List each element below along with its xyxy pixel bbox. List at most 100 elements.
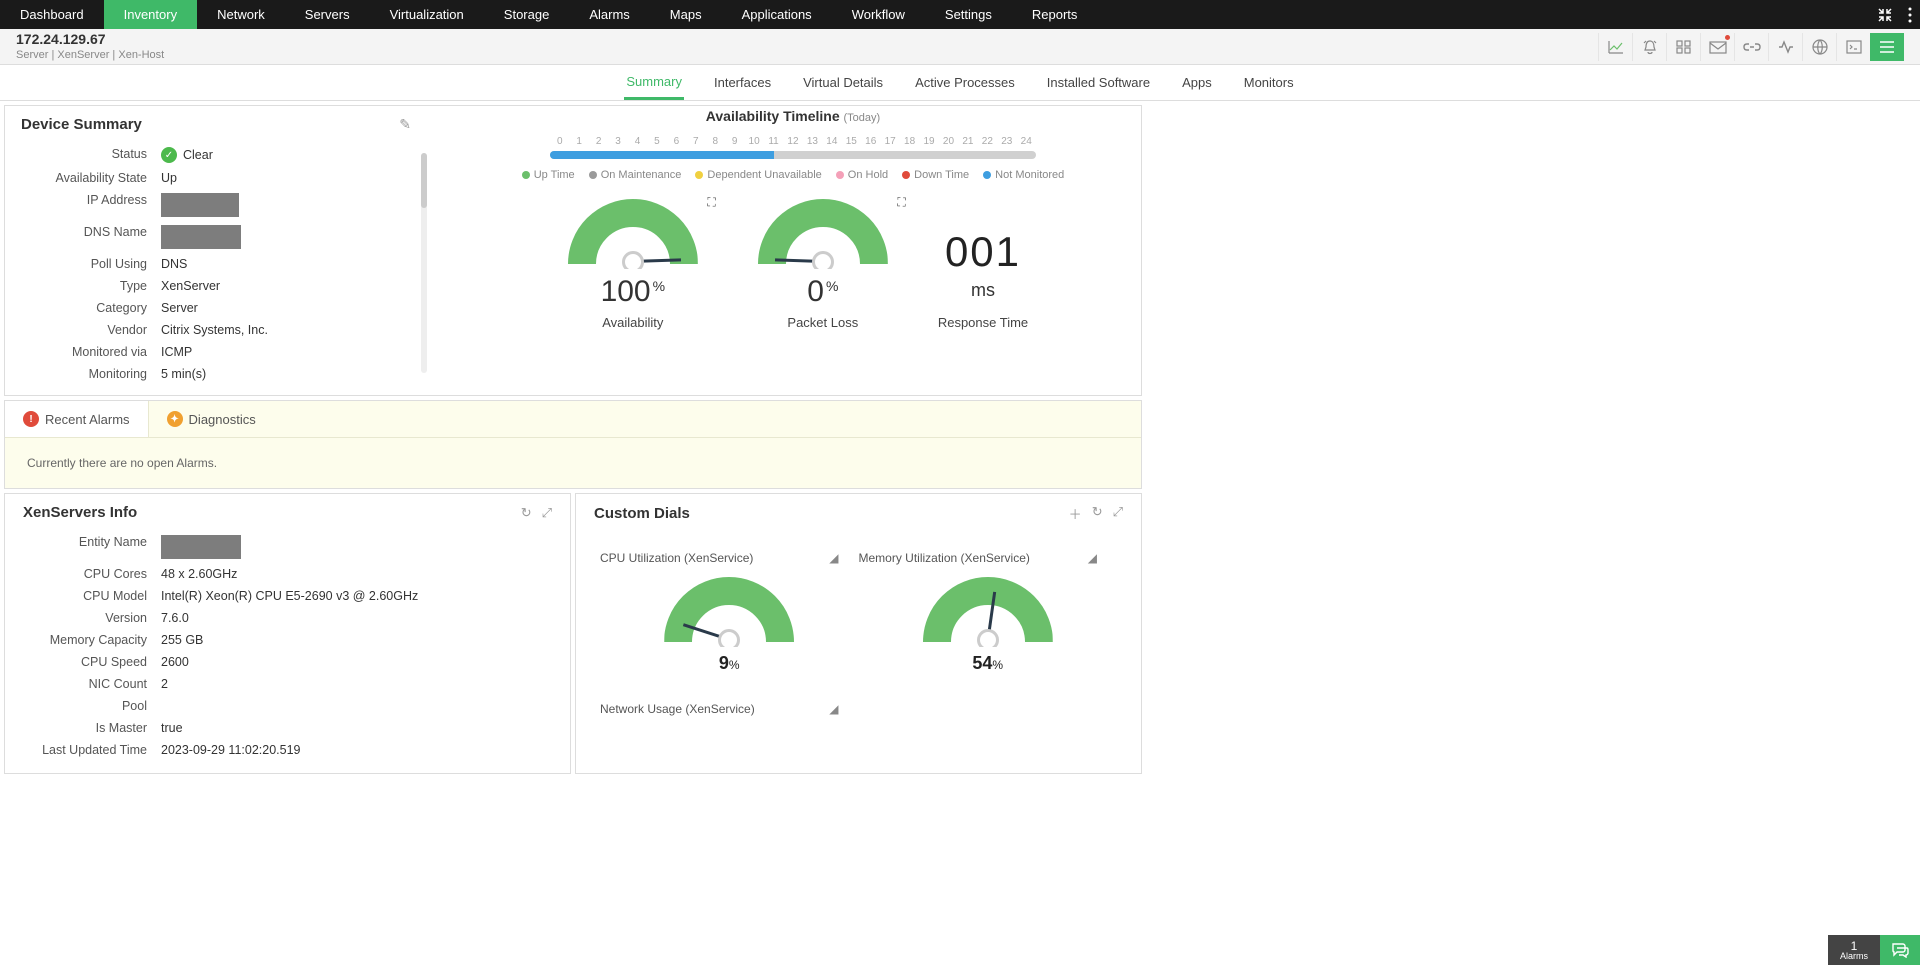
value-cpu-speed: 2600 — [161, 655, 189, 669]
add-icon[interactable]: ＋ — [1069, 504, 1082, 523]
nav-dashboard[interactable]: Dashboard — [0, 0, 104, 29]
mail-icon[interactable] — [1700, 33, 1734, 61]
dials-title: Custom Dials — [594, 505, 690, 522]
value-avail-state: Up — [161, 171, 177, 185]
tab-monitors[interactable]: Monitors — [1242, 67, 1296, 98]
value-vendor: Citrix Systems, Inc. — [161, 323, 268, 337]
grid-icon[interactable] — [1666, 33, 1700, 61]
collapse-icon[interactable] — [1870, 0, 1900, 29]
crumb-xenhost[interactable]: Xen-Host — [118, 49, 164, 61]
tab-diagnostics[interactable]: ✦Diagnostics — [149, 401, 274, 437]
link-icon[interactable] — [1734, 33, 1768, 61]
value-poll: DNS — [161, 257, 187, 271]
detail-tabs: Summary Interfaces Virtual Details Activ… — [0, 65, 1920, 101]
label-ip: IP Address — [21, 193, 161, 217]
nav-network[interactable]: Network — [197, 0, 285, 29]
diagnostics-icon: ✦ — [167, 411, 183, 427]
status-ok-icon: ✓ — [161, 147, 177, 163]
gauge-packet-loss: ⛶ 0% Packet Loss — [748, 199, 898, 330]
value-monitored-via: ICMP — [161, 345, 192, 359]
label-monitored-via: Monitored via — [21, 345, 161, 359]
nav-workflow[interactable]: Workflow — [832, 0, 925, 29]
label-version: Version — [21, 611, 161, 625]
nav-storage[interactable]: Storage — [484, 0, 570, 29]
chart-icon[interactable]: ◢ — [829, 551, 838, 565]
value-monitoring: 5 min(s) — [161, 367, 206, 381]
response-time: 001 ms Response Time — [938, 228, 1028, 330]
custom-dials-panel: Custom Dials ＋ ↻ ⤢ CPU Utilization (XenS… — [575, 493, 1142, 774]
redacted-ip — [161, 193, 239, 217]
tab-interfaces[interactable]: Interfaces — [712, 67, 773, 98]
label-last-updated: Last Updated Time — [21, 743, 161, 757]
label-cpu-speed: CPU Speed — [21, 655, 161, 669]
value-cpu-model: Intel(R) Xeon(R) CPU E5-2690 v3 @ 2.60GH… — [161, 589, 418, 603]
alarm-icon: ! — [23, 411, 39, 427]
nav-inventory[interactable]: Inventory — [104, 0, 197, 29]
globe-icon[interactable] — [1802, 33, 1836, 61]
top-nav: Dashboard Inventory Network Servers Virt… — [0, 0, 1920, 29]
tab-virtual-details[interactable]: Virtual Details — [801, 67, 885, 98]
tab-active-processes[interactable]: Active Processes — [913, 67, 1017, 98]
gauge-availability: ⛶ 100% Availability — [558, 199, 708, 330]
crumb-xenserver[interactable]: XenServer — [57, 49, 109, 61]
label-pool: Pool — [21, 699, 161, 713]
expand-icon[interactable]: ⛶ — [897, 195, 905, 210]
label-memory-capacity: Memory Capacity — [21, 633, 161, 647]
tab-apps[interactable]: Apps — [1180, 67, 1214, 98]
value-last-updated: 2023-09-29 11:02:20.519 — [161, 743, 300, 757]
label-vendor: Vendor — [21, 323, 161, 337]
label-avail-state: Availability State — [21, 171, 161, 185]
nav-alarms[interactable]: Alarms — [569, 0, 649, 29]
chat-icon[interactable] — [1880, 935, 1920, 965]
chart-icon[interactable]: ◢ — [1088, 551, 1097, 565]
nav-reports[interactable]: Reports — [1012, 0, 1098, 29]
alarms-panel: !Recent Alarms ✦Diagnostics Currently th… — [4, 400, 1142, 489]
chart-icon[interactable]: ◢ — [829, 702, 838, 716]
terminal-icon[interactable] — [1836, 33, 1870, 61]
nav-maps[interactable]: Maps — [650, 0, 722, 29]
dial-network-usage: Network Usage (XenService)◢ — [600, 694, 859, 736]
redacted-entity — [161, 535, 241, 559]
xeninfo-title: XenServers Info — [23, 504, 137, 521]
bell-icon[interactable] — [1632, 33, 1666, 61]
timeline-hours: 0123456789101112131415161718192021222324 — [550, 136, 1036, 147]
label-type: Type — [21, 279, 161, 293]
expand-icon[interactable]: ⛶ — [707, 195, 715, 210]
chart-icon[interactable] — [1598, 33, 1632, 61]
expand-icon[interactable]: ⤢ — [542, 505, 552, 521]
nav-servers[interactable]: Servers — [285, 0, 370, 29]
dial-cpu-utilization: CPU Utilization (XenService)◢ 9% — [600, 543, 859, 694]
footer-alarms: 1 Alarms — [1828, 935, 1920, 965]
label-status: Status — [21, 147, 161, 163]
label-nic-count: NIC Count — [21, 677, 161, 691]
activity-icon[interactable] — [1768, 33, 1802, 61]
breadcrumb: Server | XenServer | Xen-Host — [16, 49, 164, 62]
label-is-master: Is Master — [21, 721, 161, 735]
tab-installed-software[interactable]: Installed Software — [1045, 67, 1152, 98]
footer-alarm-count[interactable]: 1 Alarms — [1828, 935, 1880, 965]
label-dns: DNS Name — [21, 225, 161, 249]
scrollbar[interactable] — [421, 153, 427, 373]
device-summary-panel: Device Summary ✎ Status✓Clear Availabili… — [4, 105, 1142, 396]
edit-icon[interactable]: ✎ — [399, 116, 411, 133]
more-icon[interactable] — [1900, 0, 1920, 29]
nav-applications[interactable]: Applications — [722, 0, 832, 29]
nav-virtualization[interactable]: Virtualization — [370, 0, 484, 29]
refresh-icon[interactable]: ↻ — [521, 505, 532, 521]
value-cpu-cores: 48 x 2.60GHz — [161, 567, 237, 581]
alarms-body: Currently there are no open Alarms. — [5, 438, 1141, 488]
dial-memory-utilization: Memory Utilization (XenService)◢ 54% — [859, 543, 1118, 694]
value-type: XenServer — [161, 279, 220, 293]
value-category: Server — [161, 301, 198, 315]
label-entity-name: Entity Name — [21, 535, 161, 559]
nav-settings[interactable]: Settings — [925, 0, 1012, 29]
tab-summary[interactable]: Summary — [624, 66, 684, 100]
crumb-server[interactable]: Server — [16, 49, 48, 61]
expand-icon[interactable]: ⤢ — [1113, 504, 1123, 523]
refresh-icon[interactable]: ↻ — [1092, 504, 1103, 523]
hamburger-menu-icon[interactable] — [1870, 33, 1904, 61]
subheader: 172.24.129.67 Server | XenServer | Xen-H… — [0, 29, 1920, 65]
tab-recent-alarms[interactable]: !Recent Alarms — [5, 401, 149, 437]
device-summary-title: Device Summary — [21, 116, 142, 133]
label-monitoring: Monitoring — [21, 367, 161, 381]
